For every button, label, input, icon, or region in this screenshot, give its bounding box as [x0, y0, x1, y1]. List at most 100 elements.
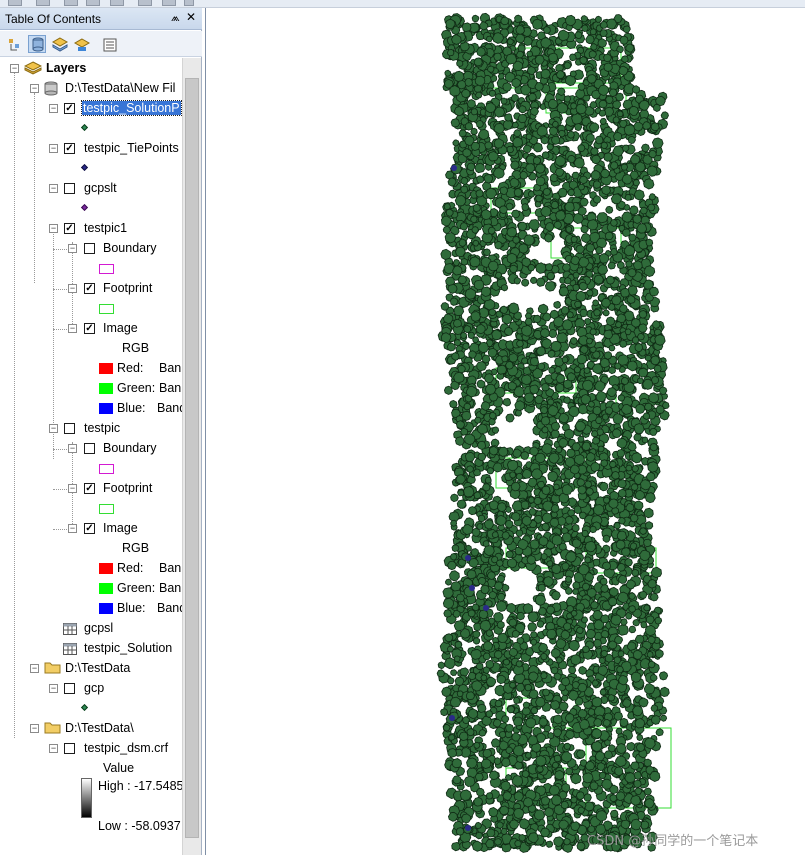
dsm-value-label: Value	[103, 761, 134, 775]
blue-label: Blue:	[117, 601, 146, 615]
testpic-image-checkbox[interactable]: ✓	[84, 523, 95, 534]
solution-points-checkbox[interactable]: ✓	[64, 103, 75, 114]
tiepoint-mark	[469, 585, 475, 591]
testpic-boundary-checkbox[interactable]	[84, 443, 95, 454]
testpic1-label[interactable]: testpic1	[84, 221, 127, 235]
testpic1-image-label[interactable]: Image	[103, 321, 138, 335]
list-by-source-icon[interactable]	[28, 35, 46, 53]
testpic-image-label[interactable]: Image	[103, 521, 138, 535]
solution-points-expander[interactable]: −	[49, 104, 58, 113]
testpic-expander[interactable]: −	[49, 424, 58, 433]
toc-scroll-thumb[interactable]	[185, 78, 199, 838]
testpic1-boundary-label[interactable]: Boundary	[103, 241, 157, 255]
map-canvas[interactable]	[206, 8, 805, 855]
testpic1-boundary-expander[interactable]: −	[68, 244, 77, 253]
layer-tree: − Layers − D:\TestData\New Fil − ✓ testp…	[0, 58, 182, 855]
toolbar-button-stub[interactable]	[64, 0, 78, 6]
gcpslt-checkbox[interactable]	[64, 183, 75, 194]
testpic1-footprint-expander[interactable]: −	[68, 284, 77, 293]
source1-expander[interactable]: −	[30, 84, 39, 93]
toolbar-button-stub[interactable]	[8, 0, 22, 6]
top-toolbar-strip	[0, 0, 805, 8]
toolbar-button-stub[interactable]	[162, 0, 176, 6]
source3-label[interactable]: D:\TestData\	[65, 721, 134, 735]
testpic1-footprint-label[interactable]: Footprint	[103, 281, 152, 295]
solution-points-label[interactable]: testpic_SolutionP	[82, 101, 181, 115]
toc-toolbar	[0, 31, 202, 57]
gcp-expander[interactable]: −	[49, 684, 58, 693]
close-icon[interactable]: ✕	[186, 10, 196, 24]
map-view[interactable]: CSDN @孙同学的一个笔记本	[205, 8, 805, 855]
tiepoint-mark	[465, 825, 471, 831]
layers-icon	[24, 61, 42, 75]
testpic-footprint-label[interactable]: Footprint	[103, 481, 152, 495]
red-band: Ban	[159, 361, 181, 375]
gcpslt-expander[interactable]: −	[49, 184, 58, 193]
toc-scrollbar[interactable]	[182, 58, 201, 855]
testpic-checkbox[interactable]	[64, 423, 75, 434]
testpic1-expander[interactable]: −	[49, 224, 58, 233]
layers-expander[interactable]: −	[10, 64, 19, 73]
source3-expander[interactable]: −	[30, 724, 39, 733]
testpic1-boundary-checkbox[interactable]	[84, 243, 95, 254]
footprint-symbol	[99, 304, 114, 314]
blue-swatch	[99, 403, 113, 414]
source1-label[interactable]: D:\TestData\New Fil	[65, 81, 175, 95]
boundary-symbol	[99, 464, 114, 474]
testpic-boundary-label[interactable]: Boundary	[103, 441, 157, 455]
toolbar-button-stub[interactable]	[86, 0, 100, 6]
toolbar-button-stub[interactable]	[36, 0, 50, 6]
tiepoint-mark	[451, 165, 457, 171]
point-symbol	[81, 704, 88, 711]
tiepoints-label[interactable]: testpic_TiePoints	[84, 141, 179, 155]
red-label: Red:	[117, 561, 143, 575]
pin-icon[interactable]: ⩕	[171, 11, 180, 25]
testpic1-footprint-checkbox[interactable]: ✓	[84, 283, 95, 294]
green-swatch	[99, 583, 113, 594]
source2-label[interactable]: D:\TestData	[65, 661, 130, 675]
tiepoints-expander[interactable]: −	[49, 144, 58, 153]
source2-expander[interactable]: −	[30, 664, 39, 673]
red-band: Ban	[159, 561, 181, 575]
toc-title: Table Of Contents	[5, 12, 101, 26]
gcp-checkbox[interactable]	[64, 683, 75, 694]
dsm-label[interactable]: testpic_dsm.crf	[84, 741, 168, 755]
options-icon[interactable]	[100, 35, 118, 53]
dsm-expander[interactable]: −	[49, 744, 58, 753]
testpic1-image-expander[interactable]: −	[68, 324, 77, 333]
gcpslt-label[interactable]: gcpslt	[84, 181, 117, 195]
toolbar-dropdown-stub[interactable]	[184, 0, 194, 6]
testpic-label[interactable]: testpic	[84, 421, 120, 435]
testpic-boundary-expander[interactable]: −	[68, 444, 77, 453]
rgb-label: RGB	[122, 541, 149, 555]
blue-label: Blue:	[117, 401, 146, 415]
testpic1-image-checkbox[interactable]: ✓	[84, 323, 95, 334]
green-label: Green:	[117, 381, 155, 395]
green-label: Green:	[117, 581, 155, 595]
testpic-footprint-checkbox[interactable]: ✓	[84, 483, 95, 494]
gcpsl-table-label[interactable]: gcpsl	[84, 621, 113, 635]
testpic-solution-table-label[interactable]: testpic_Solution	[84, 641, 172, 655]
footprint-symbol	[99, 504, 114, 514]
layers-label[interactable]: Layers	[46, 61, 86, 75]
solution-points-layer	[437, 13, 669, 852]
list-by-visibility-icon[interactable]	[50, 35, 68, 53]
red-label: Red:	[117, 361, 143, 375]
list-by-drawing-order-icon[interactable]	[6, 35, 24, 53]
toolbar-button-stub[interactable]	[138, 0, 152, 6]
toolbar-button-stub[interactable]	[110, 0, 124, 6]
testpic1-checkbox[interactable]: ✓	[64, 223, 75, 234]
blue-band: Band	[157, 401, 182, 415]
folder-icon	[44, 721, 61, 734]
testpic-image-expander[interactable]: −	[68, 524, 77, 533]
list-by-selection-icon[interactable]	[72, 35, 90, 53]
testpic-footprint-expander[interactable]: −	[68, 484, 77, 493]
tiepoints-checkbox[interactable]: ✓	[64, 143, 75, 154]
dsm-gradient-ramp	[81, 778, 92, 818]
dsm-high-label: High : -17.5485	[98, 779, 182, 793]
database-icon	[44, 81, 58, 96]
point-symbol	[81, 204, 88, 211]
dsm-checkbox[interactable]	[64, 743, 75, 754]
red-swatch	[99, 363, 113, 374]
gcp-label[interactable]: gcp	[84, 681, 104, 695]
